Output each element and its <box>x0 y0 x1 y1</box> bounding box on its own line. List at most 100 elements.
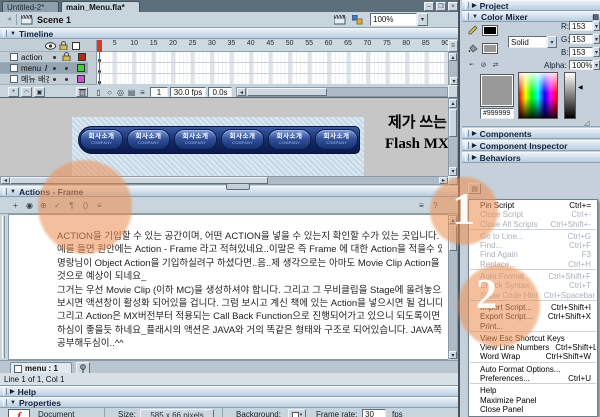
menu-button[interactable]: 회사소개 COMPANY <box>127 129 170 150</box>
hex-color-input[interactable]: #999999 <box>480 108 514 119</box>
menu-item[interactable]: View Line Numbers Ctrl+Shift+L <box>470 343 596 352</box>
menu-item[interactable]: Check Syntax Ctrl+T <box>470 281 596 290</box>
stage-hscrollbar[interactable]: ◂ ▸ <box>0 176 448 185</box>
tab-untitled-2[interactable]: Untitled-2* <box>2 1 59 12</box>
actions-panel-menu-icon[interactable]: ▤ <box>468 183 481 194</box>
menu-item[interactable]: Preferences... Ctrl+U <box>470 374 596 384</box>
menu-item[interactable]: Export Script... Ctrl+Shift+X <box>470 312 596 321</box>
layer-visible-dot[interactable] <box>53 67 56 70</box>
size-value-button[interactable]: 585 x 66 pixels <box>140 409 214 417</box>
lock-layers-icon[interactable] <box>59 41 68 52</box>
insert-layer-folder-icon[interactable]: ▣ <box>34 87 45 97</box>
menu-item[interactable]: Maximize Panel <box>470 396 596 405</box>
menu-item[interactable]: Find... Ctrl+F <box>470 241 596 250</box>
layer-outline-color[interactable] <box>77 75 85 83</box>
timeline-hscrollbar[interactable]: ◂ <box>236 87 448 97</box>
outline-layers-icon[interactable] <box>72 42 80 50</box>
slider-arrow-icon[interactable]: ◀ <box>578 84 583 91</box>
edit-scene-icon[interactable] <box>334 15 346 27</box>
show-hide-layers-icon[interactable] <box>45 42 56 52</box>
timeline-vscrollbar[interactable]: ▴ ▾ <box>448 52 458 85</box>
color-spectrum-picker[interactable] <box>518 72 558 119</box>
menu-item[interactable]: Import Script... Ctrl+Shift+I <box>470 303 596 312</box>
menu-button[interactable]: 회사소개 COMPANY <box>80 129 123 150</box>
menu-button[interactable]: 회사소개 COMPANY <box>315 129 358 150</box>
back-arrow-icon[interactable]: ◂ <box>4 14 14 25</box>
layer-unlocked-dot[interactable] <box>65 78 68 81</box>
menu-item[interactable]: Print... <box>470 322 596 332</box>
restore-button[interactable]: ❐ <box>436 2 446 11</box>
view-options-icon[interactable]: ≡ <box>416 200 427 211</box>
panel-gripper[interactable] <box>465 130 469 137</box>
default-colors-icon[interactable]: ▪▫ <box>466 59 477 70</box>
stroke-color-icon[interactable] <box>468 25 478 37</box>
menu-item[interactable]: Show Code Hint Ctrl+Spacebar <box>470 291 596 301</box>
layer-row-action[interactable]: action <box>0 52 88 63</box>
behaviors-panel-header[interactable]: ▶ Behaviors <box>462 152 600 163</box>
tab-main-menu-fla[interactable]: main_Menu.fla* <box>61 1 140 12</box>
playhead-marker[interactable] <box>97 40 102 52</box>
menu-item[interactable]: Go to Line... Ctrl+G <box>470 232 596 241</box>
find-icon[interactable]: ◉ <box>24 200 35 211</box>
layer-row-menu-bg[interactable]: 메뉴 배경 <box>0 74 88 85</box>
g-input[interactable]: 153 <box>569 34 593 44</box>
stroke-color-chip[interactable] <box>482 25 498 36</box>
panel-gripper[interactable] <box>3 399 7 406</box>
panel-gripper[interactable] <box>3 30 7 37</box>
script-pane[interactable]: ACTION을 기입할 수 있는 공간이며, 어떤 ACTION을 넣을 수 있… <box>8 214 448 360</box>
panel-gripper[interactable] <box>465 2 469 9</box>
project-panel-header[interactable]: ▶ Project <box>462 0 600 11</box>
panel-resize-grabber[interactable] <box>226 183 250 190</box>
zoom-level-field[interactable]: 100% <box>370 13 417 26</box>
menu-item[interactable]: Auto Format Ctrl+Shift+F <box>470 272 596 281</box>
onion-skin-icon[interactable]: ○ <box>104 87 115 98</box>
show-code-hint-icon[interactable]: () <box>80 200 91 211</box>
layer-visible-dot[interactable] <box>53 56 56 59</box>
menu-button[interactable]: 회사소개 COMPANY <box>221 129 264 150</box>
frame-view-options-icon[interactable]: ≡ <box>448 40 458 52</box>
help-panel-header[interactable]: ▶ Help <box>0 386 458 397</box>
add-script-icon[interactable]: + <box>10 200 21 211</box>
r-input[interactable]: 153 <box>569 21 593 31</box>
insert-target-path-icon[interactable]: ⊕ <box>38 200 49 211</box>
b-input[interactable]: 153 <box>569 47 593 57</box>
panel-resize-icon[interactable]: ◿ <box>584 119 589 127</box>
timeline-ruler[interactable]: 51015202530354045505560657075808590 <box>96 40 448 52</box>
onion-skin-outlines-icon[interactable]: ◎ <box>115 87 126 98</box>
layer-outline-color[interactable] <box>78 53 86 61</box>
insert-layer-icon[interactable]: + <box>8 87 19 97</box>
check-syntax-icon[interactable]: ✓ <box>52 200 63 211</box>
minimize-button[interactable]: – <box>424 2 434 11</box>
menu-item[interactable]: Close All Scripts Ctrl+Shift+- <box>470 220 596 230</box>
stage[interactable]: 회사소개 COMPANY 회사소개 COMPANY 회사소개 COMPANY 회… <box>0 98 458 185</box>
alpha-input[interactable]: 100% <box>569 60 593 70</box>
panel-gripper[interactable] <box>465 13 469 20</box>
layer-outline-color[interactable] <box>77 64 85 72</box>
zoom-dropdown-icon[interactable]: ▾ <box>417 13 428 26</box>
menu-button[interactable]: 회사소개 COMPANY <box>268 129 311 150</box>
debug-options-icon[interactable]: ≡ <box>94 200 105 211</box>
menu-item[interactable]: View Esc Shortcut Keys <box>470 334 596 343</box>
edit-multiple-frames-icon[interactable]: ▤ <box>126 87 137 98</box>
fill-color-chip[interactable] <box>482 43 498 54</box>
fill-color-icon[interactable] <box>468 43 478 55</box>
menu-item[interactable]: Replace... Ctrl+H <box>470 260 596 270</box>
auto-format-icon[interactable]: ¶ <box>66 200 77 211</box>
no-color-icon[interactable]: ⊘ <box>478 59 489 70</box>
scene-label[interactable]: Scene 1 <box>37 15 71 25</box>
script-vscrollbar[interactable]: ▴ ▾ <box>448 215 458 359</box>
frame-rate-field[interactable]: 30.0 fps <box>170 87 206 97</box>
add-motion-guide-icon[interactable]: ◠ <box>21 87 32 97</box>
menu-item[interactable]: Help <box>470 386 596 395</box>
fill-type-dropdown-icon[interactable]: ▾ <box>547 36 557 48</box>
panel-menu-icon[interactable]: ▤ <box>592 13 599 21</box>
menu-button[interactable]: 회사소개 COMPANY <box>174 129 217 150</box>
menu-item[interactable]: Auto Format Options... <box>470 365 596 374</box>
properties-panel-header[interactable]: ▼ Properties <box>0 397 458 408</box>
panel-gripper[interactable] <box>3 188 7 195</box>
panel-gripper[interactable] <box>3 388 7 395</box>
frames-grid[interactable] <box>96 52 448 85</box>
reference-icon[interactable]: ? <box>430 200 441 211</box>
layer-lock-icon[interactable] <box>62 52 71 63</box>
modify-onion-markers-icon[interactable]: ≡ <box>137 87 148 98</box>
